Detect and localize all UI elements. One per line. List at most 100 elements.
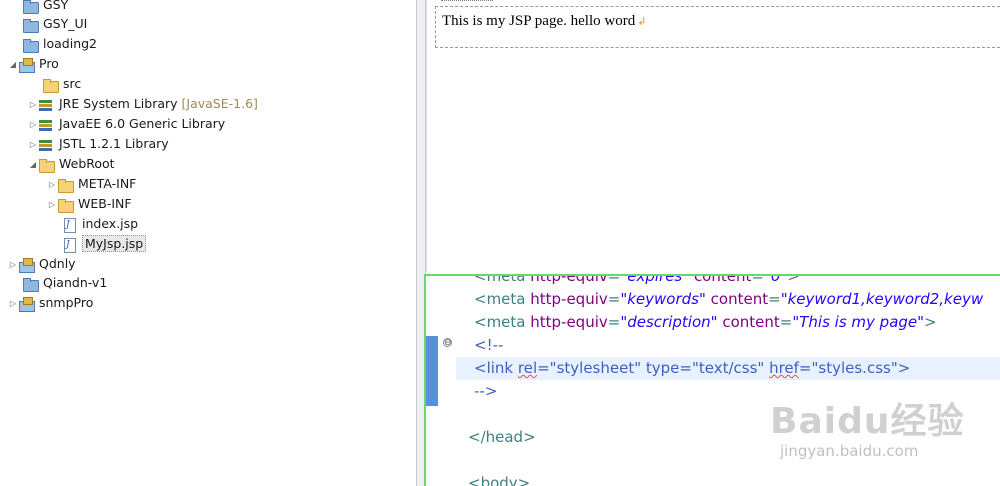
tree-item-src[interactable]: src: [32, 74, 81, 94]
tree-item-label: loading2: [43, 36, 97, 51]
code-token-tag: </head>: [468, 428, 536, 446]
tree-item-decoration: [JavaSE-1.6]: [181, 96, 258, 111]
folder-open-icon: [57, 198, 74, 213]
code-token-attr: content: [722, 313, 780, 331]
expand-arrow-icon[interactable]: ▷: [8, 255, 18, 275]
tree-item-label: snmpPro: [39, 295, 94, 310]
expand-arrow-icon[interactable]: ▷: [47, 195, 57, 215]
code-token-eq: =: [607, 274, 621, 285]
tree-item-index-jsp[interactable]: index.jsp: [51, 214, 138, 234]
tree-item-myjsp-jsp[interactable]: MyJsp.jsp: [51, 234, 147, 254]
code-token-attr: http-equiv: [530, 290, 608, 308]
tree-item-label: Pro: [39, 56, 59, 71]
editor-ruler: [438, 276, 456, 486]
project-explorer: GSY GSY_UI loading2 ◢ Pro src ▷ JRE System…: [0, 0, 416, 486]
code-token-value: "0": [763, 274, 788, 285]
tree-item-qiandn-v1[interactable]: Qiandn-v1: [12, 273, 107, 293]
watermark-logo: Baidu经验: [770, 401, 965, 442]
tree-item-jstl-library[interactable]: ▷ JSTL 1.2.1 Library: [28, 134, 169, 154]
code-token-comment-misspelled: href: [769, 359, 799, 377]
code-token-comment: <!--: [474, 336, 504, 354]
code-token-eq: =: [779, 313, 793, 331]
code-token-value: "expires": [620, 274, 690, 285]
code-line-link-stylesheet[interactable]: <link rel="stylesheet" type="text/css" h…: [456, 357, 1000, 380]
folder-icon: [22, 38, 39, 53]
tree-item-web-inf[interactable]: ▷ WEB-INF: [47, 194, 132, 214]
jsp-file-icon: [61, 237, 77, 253]
tree-item-jre-library[interactable]: ▷ JRE System Library [JavaSE-1.6]: [28, 94, 258, 114]
code-token-tag: >: [924, 313, 937, 331]
tree-item-label: JavaEE 6.0 Generic Library: [59, 116, 226, 131]
project-icon: [18, 296, 35, 312]
code-token-tag: >: [787, 274, 800, 285]
tree-item-label: GSY_UI: [43, 16, 88, 31]
code-token-attr: http-equiv: [530, 274, 608, 285]
library-icon: [38, 138, 54, 152]
code-line-meta-keywords[interactable]: <meta http-equiv="keywords" content="key…: [456, 288, 1000, 311]
code-token-comment-misspelled: rel: [517, 359, 538, 377]
design-preview-pane: This is my JSP page. hello word ↲: [426, 0, 1000, 272]
fold-collapse-icon[interactable]: ⊖: [443, 338, 452, 348]
code-token-attr: http-equiv: [530, 313, 608, 331]
expand-arrow-icon[interactable]: ▷: [28, 95, 38, 115]
current-range-indicator: [426, 336, 438, 406]
watermark-url: jingyan.baidu.com: [780, 442, 919, 460]
tree-item-label: JSTL 1.2.1 Library: [59, 136, 169, 151]
code-token-comment: ="stylesheet" type="text/css": [537, 359, 770, 377]
tree-item-label: src: [63, 76, 82, 91]
tree-item-snmppro[interactable]: ▷ snmpPro: [8, 293, 93, 313]
tree-item-javaee-library[interactable]: ▷ JavaEE 6.0 Generic Library: [28, 114, 225, 134]
code-token-tag: <body>: [468, 474, 531, 486]
expand-arrow-icon[interactable]: ▷: [47, 175, 57, 195]
code-token-comment: ="styles.css">: [798, 359, 911, 377]
code-token-value: "This is my page": [792, 313, 925, 331]
tree-item-pro[interactable]: ◢ Pro: [8, 54, 59, 74]
tree-item-label: MyJsp.jsp: [82, 235, 147, 252]
tree-item-label: Qiandn-v1: [43, 275, 108, 290]
code-token-eq: =: [768, 290, 781, 308]
folder-icon: [22, 277, 39, 292]
tree-item-label: WebRoot: [59, 156, 115, 171]
code-token-comment: -->: [474, 382, 498, 400]
code-token-value: "keyword1,keyword2,keyw: [780, 290, 984, 308]
tree-item-label: GSY: [43, 0, 69, 12]
paragraph-mark-icon: ↲: [637, 16, 647, 28]
expand-arrow-icon[interactable]: ▷: [28, 135, 38, 155]
expand-arrow-icon[interactable]: ▷: [28, 115, 38, 135]
baidu-watermark: Baidu经验 jingyan.baidu.com: [770, 392, 1000, 486]
source-folder-icon: [42, 78, 59, 93]
jsp-file-icon: [61, 217, 77, 233]
tree-item-label: Qdnly: [39, 256, 76, 271]
library-icon: [38, 98, 54, 112]
folder-icon: [22, 18, 39, 33]
code-token-attr: content: [710, 290, 769, 308]
code-token-tag: <meta: [474, 274, 531, 285]
code-token-attr: content: [693, 274, 752, 285]
collapse-arrow-icon[interactable]: ◢: [28, 155, 38, 175]
code-line-meta-expires[interactable]: <meta http-equiv="expires" content="0">: [456, 274, 1000, 288]
library-icon: [38, 118, 54, 132]
tree-item-label: JRE System Library: [59, 96, 178, 111]
tree-item-meta-inf[interactable]: ▷ META-INF: [47, 174, 136, 194]
collapse-arrow-icon[interactable]: ◢: [8, 55, 18, 75]
tree-item-loading2[interactable]: loading2: [12, 34, 97, 54]
tree-item-webroot[interactable]: ◢ WebRoot: [28, 154, 115, 174]
code-token-value: "keywords": [620, 290, 706, 308]
code-token-tag: <meta: [474, 313, 531, 331]
tree-item-qdnly[interactable]: ▷ Qdnly: [8, 254, 76, 274]
folder-open-icon: [57, 178, 74, 193]
tree-item-gsy[interactable]: GSY: [12, 0, 68, 15]
project-icon: [18, 257, 35, 273]
code-line-comment-open[interactable]: <!--: [456, 334, 1000, 357]
folder-open-icon: [38, 158, 55, 173]
code-token-value: "description": [620, 313, 718, 331]
code-line-meta-description[interactable]: <meta http-equiv="description" content="…: [456, 311, 1000, 334]
tree-item-label: index.jsp: [82, 216, 139, 231]
code-token-eq: =: [751, 274, 764, 285]
expand-arrow-icon[interactable]: ▷: [8, 294, 18, 314]
tree-item-label: META-INF: [78, 176, 137, 191]
preview-body-box[interactable]: This is my JSP page. hello word ↲: [435, 6, 1000, 48]
code-token-comment: <link: [474, 359, 518, 377]
code-token-eq: =: [607, 313, 621, 331]
tree-item-gsy-ui[interactable]: GSY_UI: [12, 14, 87, 34]
